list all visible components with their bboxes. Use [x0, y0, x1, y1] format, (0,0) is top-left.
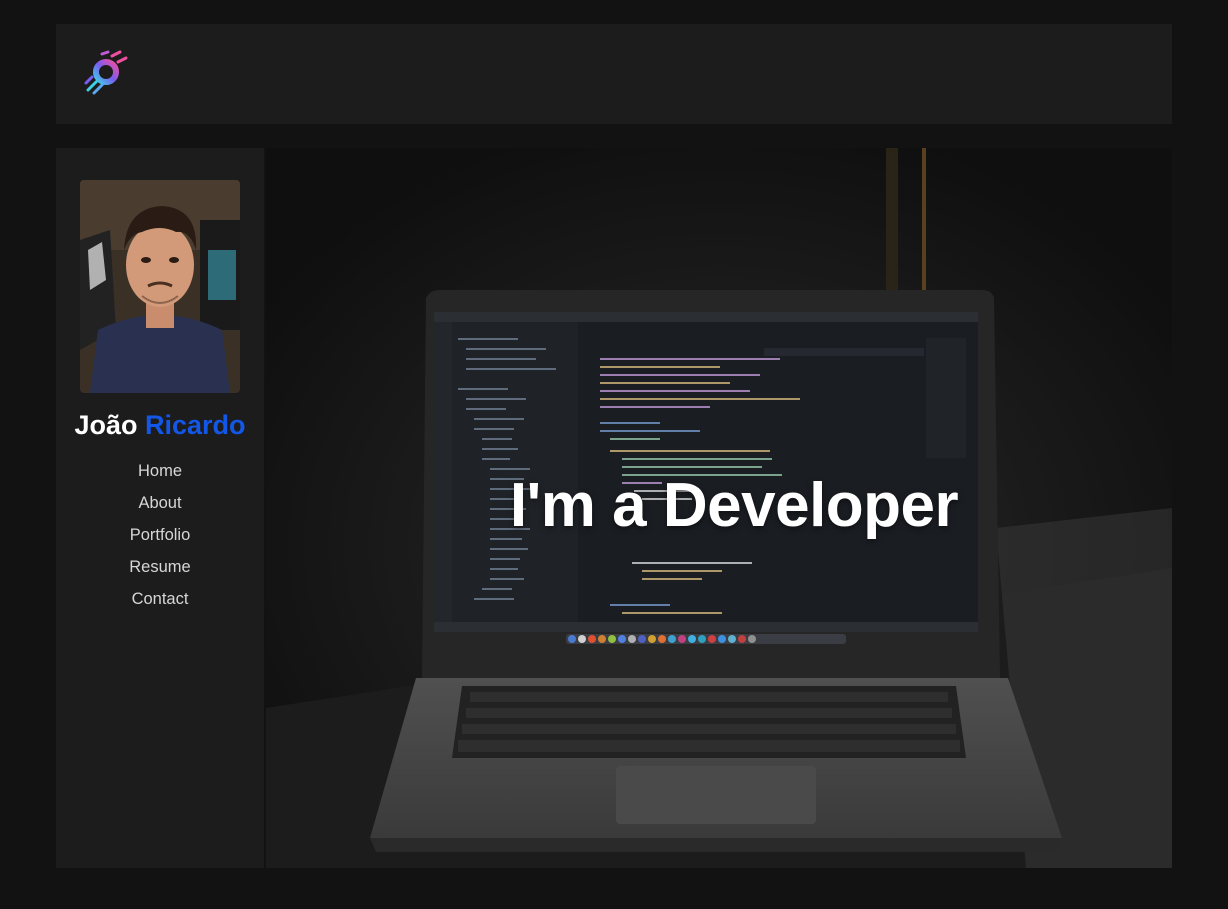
last-name: Ricardo [145, 410, 246, 440]
nav-item-about[interactable]: About [56, 491, 264, 523]
swirl-logo-icon[interactable] [82, 50, 130, 98]
first-name: João [74, 410, 138, 440]
nav-item-contact[interactable]: Contact [56, 587, 264, 619]
nav-item-portfolio[interactable]: Portfolio [56, 523, 264, 555]
sidebar: João Ricardo Home About Portfolio Resume… [56, 148, 264, 868]
avatar [80, 180, 240, 393]
hero-section: I'm a Developer [266, 148, 1172, 868]
site-header [56, 24, 1172, 124]
hero-title: I'm a Developer [509, 471, 959, 540]
profile-name: João Ricardo [56, 410, 264, 441]
nav-item-home[interactable]: Home [56, 459, 264, 491]
main-nav: Home About Portfolio Resume Contact [56, 459, 264, 619]
nav-item-resume[interactable]: Resume [56, 555, 264, 587]
